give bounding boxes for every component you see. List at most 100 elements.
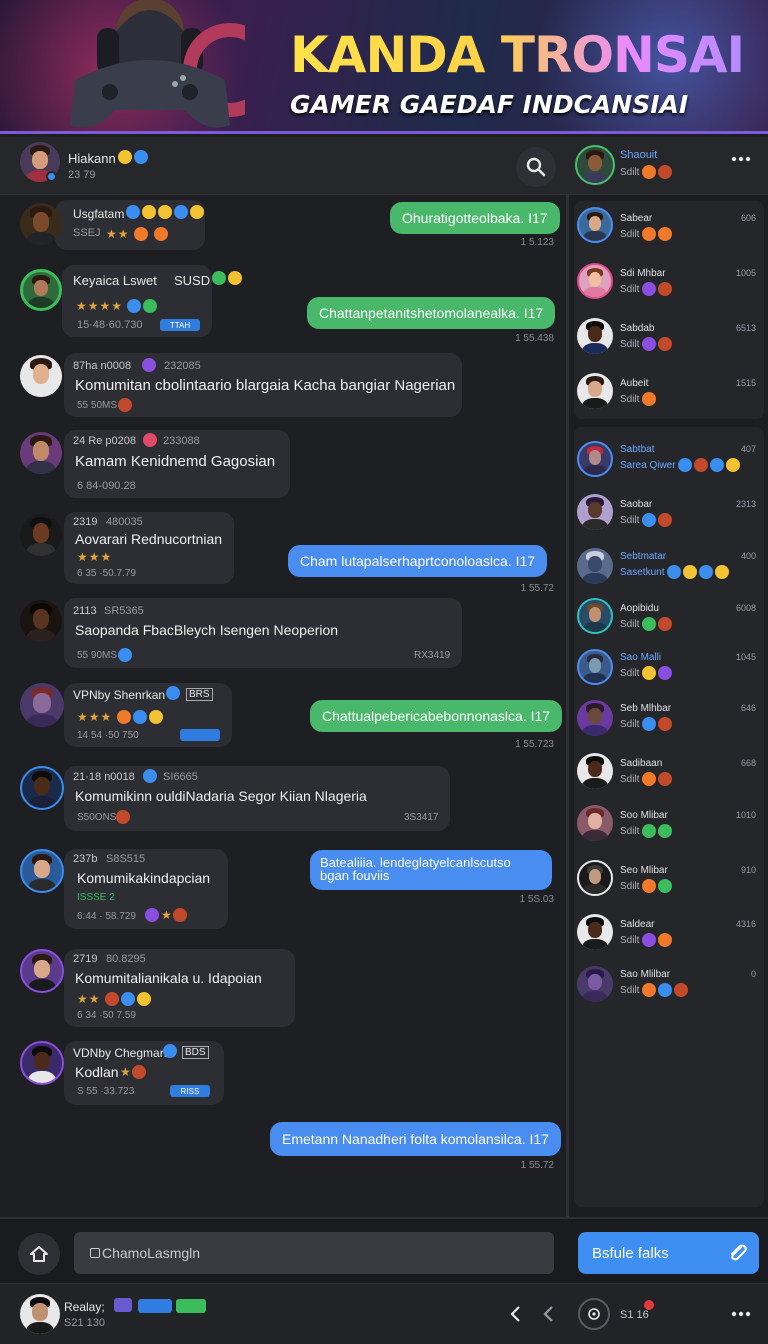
member-row[interactable]: Aubeit Sdilt 1515 [574, 370, 764, 416]
more-icon [731, 1311, 751, 1317]
member-sub: Sdilt [620, 717, 674, 731]
outgoing-message[interactable]: Cham lutapalserhaprtconoloaslca. I17 [288, 545, 548, 577]
avatar[interactable] [20, 432, 62, 474]
avatar[interactable] [20, 600, 62, 642]
message-number: 480035 [106, 516, 143, 528]
avatar [577, 598, 613, 634]
member-sub: Sdilt [620, 824, 674, 838]
message-meta-right: 3S3417 [404, 812, 439, 823]
message-time: 1 55.72 [520, 1160, 554, 1171]
outgoing-message[interactable]: Chattanpetanitshetomolanealka. I17 [307, 297, 556, 329]
message-number: 232085 [164, 360, 201, 372]
avatar[interactable] [20, 269, 62, 311]
send-label: Bsfule falks [592, 1244, 669, 1262]
member-row[interactable]: Sadibaan Sdilt 668 [574, 750, 764, 796]
member-sub: Sdilt [620, 879, 674, 893]
search-button[interactable] [516, 147, 556, 187]
more-options-button[interactable] [726, 149, 756, 169]
outgoing-message[interactable]: Emetann Nanadheri folta komolansilca. I1… [270, 1122, 561, 1156]
avatar[interactable] [20, 766, 64, 810]
outgoing-message[interactable]: Batealiiia. lendeglatyelcanlscutso bgan … [310, 850, 552, 890]
chat-message-list[interactable]: Usgfatam SSEJ ★★ Ohuratigotteolbaka. I17… [0, 195, 566, 1217]
member-name: Soo Mlibar [620, 810, 668, 821]
send-button[interactable]: Bsfule falks [578, 1232, 759, 1274]
member-name: Saobar [620, 499, 653, 510]
message-time: 14 54 ·50 750 [77, 730, 139, 741]
avatar[interactable] [20, 514, 62, 556]
more-icon [731, 156, 751, 162]
member-row[interactable]: Sabtbat Sarea Qiwer 407 [574, 438, 764, 484]
member-row[interactable]: Seb Mlhbar Sdilt 646 [574, 697, 764, 743]
member-sub: Sdilt [620, 227, 674, 241]
message-time: 1 5.123 [520, 237, 554, 248]
message-number: SI6665 [163, 771, 198, 783]
avatar[interactable] [20, 355, 62, 397]
prev-button[interactable] [538, 1302, 558, 1326]
message-badge [180, 729, 220, 741]
avatar [577, 700, 613, 736]
member-sub-text: Sdilt [620, 773, 640, 785]
member-name: Aopibidu [620, 603, 659, 614]
member-sub-text: Sdilt [620, 514, 640, 526]
member-sub: Sdilt [620, 983, 690, 997]
member-name: Seb Mlhbar [620, 703, 672, 714]
gamer-illustration [70, 0, 245, 128]
member-count: 4316 [735, 919, 756, 929]
member-row[interactable]: Sebtmatar Sasetkunt 400 [574, 545, 764, 591]
message-badges [163, 1044, 179, 1058]
avatar[interactable] [20, 949, 64, 993]
member-count: 1005 [735, 268, 756, 278]
message-badges [143, 769, 159, 783]
avatar [577, 207, 613, 243]
member-name: Sao Malli [620, 652, 662, 663]
member-row[interactable]: Sabdab Sdilt 6513 [574, 315, 764, 361]
self-avatar[interactable] [20, 1294, 60, 1334]
member-row[interactable]: Sabear Sdilt 606 [574, 205, 764, 251]
status-label: S1 16 [620, 1309, 649, 1321]
message-composer: Bsfule falks [0, 1217, 768, 1283]
member-row[interactable]: Seo Mlibar Sdilt 910 [574, 857, 764, 903]
avatar[interactable] [20, 849, 64, 893]
message-reactions: ★ [145, 908, 189, 922]
member-sub-text: Sdilt [620, 283, 640, 295]
home-button[interactable] [18, 1233, 60, 1275]
member-row[interactable]: Aopibidu Sdilt 6008 [574, 595, 764, 641]
message-text: Kamam Kenidnemd Gagosian [75, 453, 276, 470]
member-row[interactable]: Soo Mlibar Sdilt 1010 [574, 802, 764, 848]
panel-user-avatar[interactable] [575, 145, 615, 185]
avatar[interactable] [20, 683, 64, 727]
member-panel[interactable]: Sabear Sdilt 606 Sdi Mhbar Sdilt 1005 Sa… [569, 195, 768, 1217]
outgoing-message[interactable]: Chattualpebericabebonnonaslca. I17 [310, 700, 563, 732]
member-sub-text: Sdilt [620, 825, 640, 837]
outgoing-message[interactable]: Ohuratigotteolbaka. I17 [390, 202, 560, 234]
message-sender: 24 Re p0208 [73, 435, 136, 447]
more-options-button[interactable] [726, 1304, 756, 1324]
message-meta: ISSSE 2 [77, 892, 115, 903]
avatar[interactable] [20, 203, 62, 245]
member-sub-text: Sarea Qiwer [620, 459, 676, 471]
top-bar: Hiakann 23 79 Shaouit Sdilt [0, 137, 768, 195]
message-sender: Usgfatam [73, 207, 125, 221]
status-button[interactable] [578, 1298, 610, 1330]
message-text: Komumitan cbolintaario blargaia Kacha ba… [75, 377, 456, 394]
avatar [577, 318, 613, 354]
member-sub: Sarea Qiwer [620, 458, 742, 472]
member-row[interactable]: Saobar Sdilt 2313 [574, 491, 764, 537]
message-input[interactable] [74, 1232, 554, 1274]
member-name: Sao Mlilbar [620, 969, 671, 980]
message-time: 1 55.438 [515, 333, 554, 344]
back-button[interactable] [505, 1302, 525, 1326]
message-sender: Keyaica Lswet [73, 273, 157, 288]
banner-subtitle: GAMER GAEDAF INDCANSIAI [290, 90, 689, 119]
avatar[interactable] [20, 1041, 64, 1085]
member-row[interactable]: Saldear Sdilt 4316 [574, 911, 764, 957]
member-row[interactable]: Sao Malli Sdilt 1045 [574, 646, 764, 692]
member-row[interactable]: Sao Mlilbar Sdilt 0 [574, 963, 764, 1009]
member-row[interactable]: Sdi Mhbar Sdilt 1005 [574, 260, 764, 306]
message-time: 1 55.723 [515, 739, 554, 750]
message-tag: BRS [186, 688, 213, 701]
member-sub: Sdilt [620, 933, 674, 947]
self-meta: S21 130 [64, 1317, 105, 1329]
message-sender: VPNby Shenrkan [73, 688, 166, 702]
member-sub-text: Sdilt [620, 228, 640, 240]
